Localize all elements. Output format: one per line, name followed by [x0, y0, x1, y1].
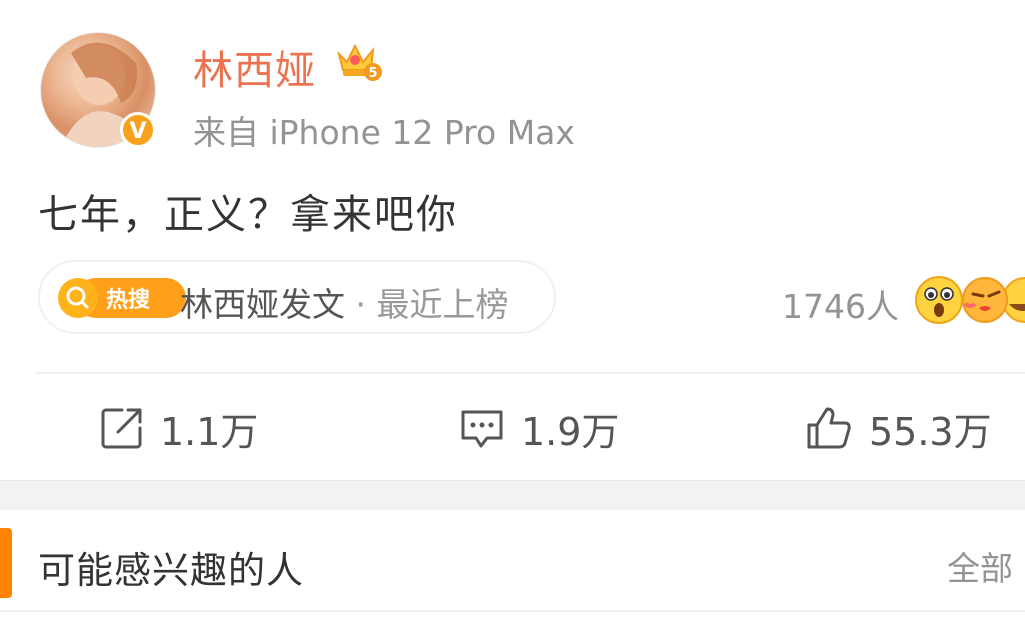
crown-icon[interactable]: 5 [335, 40, 383, 84]
like-count: 55.3万 [869, 409, 992, 454]
section-divider [0, 610, 1025, 612]
comment-count: 1.9万 [521, 409, 620, 454]
svg-text:5: 5 [368, 66, 377, 81]
action-divider [36, 372, 1025, 374]
hot-rank: 最近上榜 [376, 285, 509, 324]
like-icon [807, 407, 851, 449]
weibo-post-card: V 林西娅 5 来自 iPhone 12 Pro Max 七年，正义？拿来吧你 … [0, 0, 1025, 480]
post-source: 来自 iPhone 12 Pro Max [193, 113, 575, 152]
repost-button[interactable]: 1.1万 [100, 402, 258, 454]
hot-topic-name: 林西娅发文 [180, 285, 345, 324]
repost-count: 1.1万 [160, 409, 259, 454]
section-accent-bar [0, 528, 12, 598]
reaction-count[interactable]: 1746人 [782, 280, 899, 328]
reaction-emojis[interactable] [913, 274, 1025, 326]
post-text[interactable]: 七年，正义？拿来吧你 [38, 182, 458, 240]
repost-icon [101, 408, 142, 449]
emoji-shocked-icon [915, 276, 963, 324]
verified-icon: V [120, 112, 156, 148]
hot-separator: · [345, 285, 377, 324]
section-title: 可能感兴趣的人 [38, 549, 304, 592]
hot-search-tag[interactable]: 热搜 林西娅发文 · 最近上榜 [38, 260, 556, 334]
comment-icon [461, 410, 503, 448]
emoji-kiss-icon [962, 277, 1008, 323]
view-all-link[interactable]: 全部 [947, 542, 1013, 590]
comment-button[interactable]: 1.9万 [459, 402, 619, 454]
hot-search-text: 林西娅发文 · 最近上榜 [180, 278, 508, 326]
like-button[interactable]: 55.3万 [805, 402, 992, 454]
svg-text:热搜: 热搜 [106, 287, 151, 313]
recommend-section: 可能感兴趣的人 全部 [0, 510, 1025, 624]
section-gap [0, 480, 1025, 511]
username[interactable]: 林西娅 [193, 38, 316, 96]
